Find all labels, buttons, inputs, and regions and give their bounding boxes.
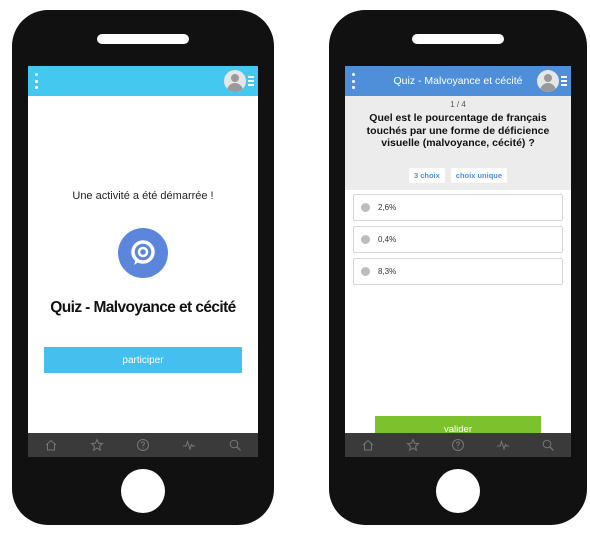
star-icon[interactable] <box>405 437 421 453</box>
phone-left: Une activité a été démarrée ! Quiz - Mal… <box>12 10 274 525</box>
kebab-menu-icon[interactable] <box>350 73 356 89</box>
avatar[interactable] <box>224 70 246 92</box>
screen-left: Une activité a été démarrée ! Quiz - Mal… <box>28 66 258 457</box>
avatar[interactable] <box>537 70 559 92</box>
phone-right: Quiz - Malvoyance et cécité 1 / 4 Quel e… <box>329 10 587 525</box>
home-icon[interactable] <box>43 437 59 453</box>
tag-choice-count: 3 choix <box>408 168 445 183</box>
activity-icon[interactable] <box>495 437 511 453</box>
question-counter: 1 / 4 <box>450 100 466 109</box>
answer-option[interactable]: 2,6% <box>353 194 563 221</box>
menu-lines-icon[interactable] <box>248 76 254 86</box>
bottom-nav <box>28 433 258 457</box>
home-button[interactable] <box>121 469 165 513</box>
activity-started-text: Une activité a été démarrée ! <box>72 190 214 202</box>
top-bar <box>28 66 258 96</box>
help-icon[interactable] <box>450 437 466 453</box>
kebab-menu-icon[interactable] <box>33 73 39 89</box>
radio-button[interactable] <box>361 203 370 212</box>
quiz-title: Quiz - Malvoyance et cécité <box>50 299 236 316</box>
answer-option[interactable]: 8,3% <box>353 258 563 285</box>
speaker-slot <box>97 34 189 44</box>
option-label: 2,6% <box>378 203 397 212</box>
help-icon[interactable] <box>135 437 151 453</box>
search-icon[interactable] <box>227 437 243 453</box>
radio-button[interactable] <box>361 267 370 276</box>
answer-options: 2,6% 0,4% 8,3% <box>353 194 563 290</box>
menu-lines-icon[interactable] <box>561 76 567 86</box>
question-header: 1 / 4 Quel est le pourcentage de françai… <box>345 96 571 190</box>
activity-icon[interactable] <box>181 437 197 453</box>
question-tags: 3 choix choix unique <box>345 168 571 183</box>
home-button[interactable] <box>436 469 480 513</box>
home-icon[interactable] <box>360 437 376 453</box>
speaker-slot <box>412 34 504 44</box>
tag-single-choice: choix unique <box>450 168 508 183</box>
screen-right: Quiz - Malvoyance et cécité 1 / 4 Quel e… <box>345 66 571 457</box>
quiz-chat-icon <box>118 228 168 278</box>
option-label: 8,3% <box>378 267 397 276</box>
bottom-nav <box>345 433 571 457</box>
search-icon[interactable] <box>540 437 556 453</box>
option-label: 0,4% <box>378 235 397 244</box>
radio-button[interactable] <box>361 235 370 244</box>
participate-button[interactable]: participer <box>44 347 242 373</box>
question-text: Quel est le pourcentage de français touc… <box>366 112 550 149</box>
topbar-title: Quiz - Malvoyance et cécité <box>393 75 523 87</box>
star-icon[interactable] <box>89 437 105 453</box>
answer-option[interactable]: 0,4% <box>353 226 563 253</box>
top-bar: Quiz - Malvoyance et cécité <box>345 66 571 96</box>
